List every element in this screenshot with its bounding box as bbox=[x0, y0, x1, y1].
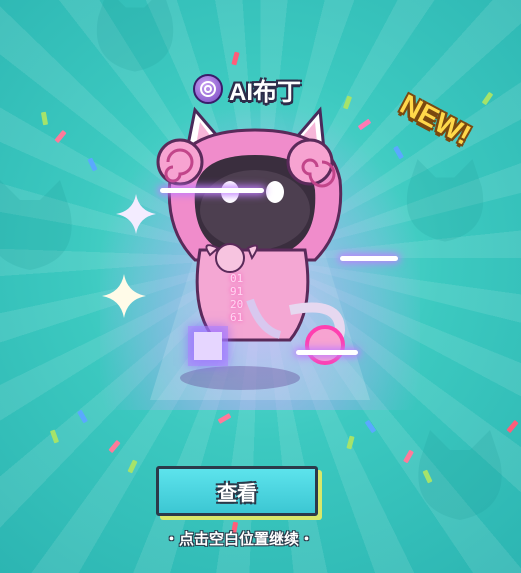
glitch-code-text: 01912061 bbox=[230, 272, 244, 324]
glitch-line bbox=[340, 256, 398, 261]
tap-to-continue-hint[interactable]: ・点击空白位置继续・ bbox=[0, 528, 478, 549]
glitch-line bbox=[160, 188, 264, 193]
view-button-label: 查看 bbox=[217, 482, 257, 505]
character-illustration bbox=[156, 106, 346, 390]
glitch-line bbox=[296, 350, 358, 355]
background-cat-silhouette bbox=[96, 0, 174, 72]
glitch-square bbox=[194, 332, 222, 360]
background-cat-silhouette bbox=[418, 430, 502, 520]
view-button[interactable]: 查看 bbox=[156, 466, 318, 516]
background-cat-silhouette bbox=[0, 180, 72, 270]
